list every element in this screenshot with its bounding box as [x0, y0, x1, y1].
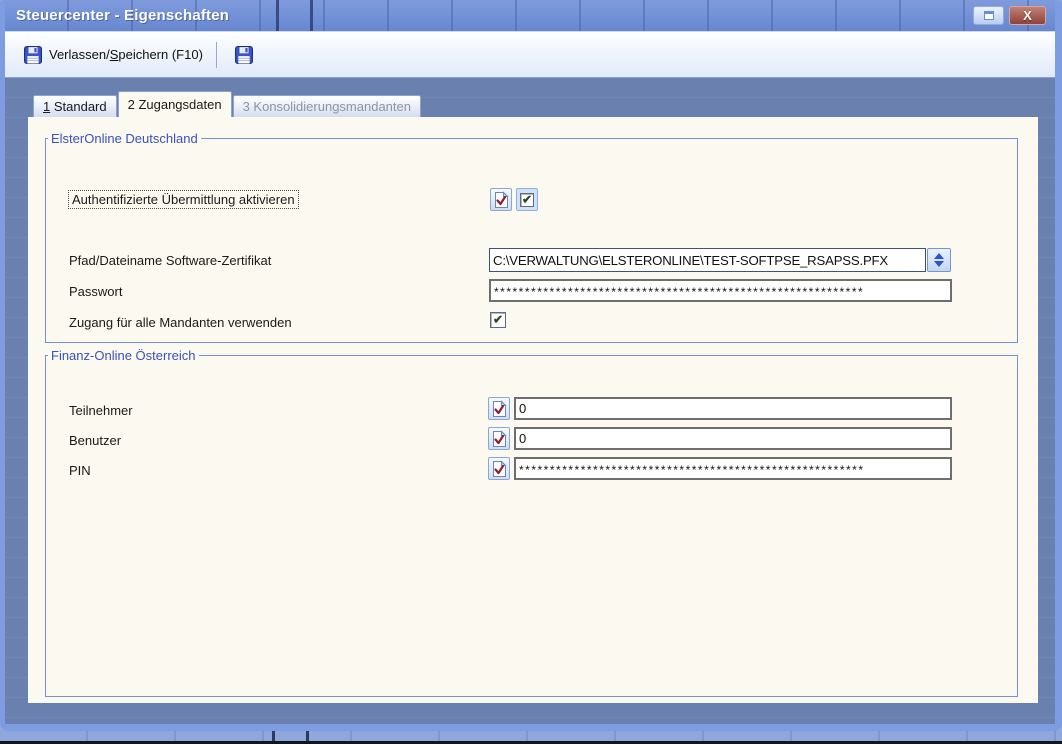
- save-floppy-icon: [235, 46, 253, 64]
- save-exit-label: Verlassen/Speichern (F10): [49, 47, 203, 62]
- save-floppy-icon: [24, 46, 42, 64]
- benutzer-label: Benutzer: [69, 433, 121, 448]
- tab-standard[interactable]: 1 Standard: [33, 95, 117, 117]
- pin-label: PIN: [69, 463, 91, 478]
- all-clients-label: Zugang für alle Mandanten verwenden: [69, 315, 292, 330]
- background-grid-line: [310, 0, 313, 31]
- all-clients-checkbox[interactable]: ✔: [490, 312, 506, 328]
- background-grid-line: [276, 0, 279, 31]
- teilnehmer-apply-button[interactable]: [488, 397, 510, 420]
- tab-konsolidierungsmandanten[interactable]: 3 Konsolidierungsmandanten: [233, 95, 421, 117]
- close-button[interactable]: X: [1009, 6, 1046, 25]
- cert-path-input[interactable]: [489, 248, 926, 272]
- teilnehmer-label: Teilnehmer: [69, 403, 133, 418]
- auth-apply-button[interactable]: [490, 188, 512, 211]
- steuercenter-window: Steuercenter - Eigenschaften X: [0, 0, 1062, 731]
- window-title: Steuercenter - Eigenschaften: [5, 7, 229, 24]
- auth-checkbox-box: ✔: [520, 193, 534, 207]
- group-finanzonline-oesterreich: Finanz-Online Österreich Teilnehmer Benu…: [45, 348, 1018, 697]
- save-exit-button[interactable]: Verlassen/Speichern (F10): [15, 41, 212, 69]
- checkmark-icon: ✔: [493, 314, 503, 326]
- apply-check-icon: [491, 430, 507, 448]
- checkmark-icon: ✔: [522, 193, 532, 205]
- apply-check-icon: [491, 460, 507, 478]
- toolbar-separator: [216, 42, 217, 68]
- titlebar: Steuercenter - Eigenschaften X: [5, 0, 1055, 31]
- tab-zugangsdaten[interactable]: 2 Zugangsdaten: [118, 91, 232, 117]
- save-button[interactable]: [226, 41, 262, 69]
- password-label: Passwort: [69, 284, 122, 299]
- spinner-down-icon: [934, 261, 944, 267]
- restore-icon: [984, 11, 994, 20]
- screen: Steuercenter - Eigenschaften X: [0, 0, 1062, 744]
- tab-page-zugangsdaten: ElsterOnline Deutschland Authentifiziert…: [28, 117, 1038, 703]
- password-input[interactable]: [489, 279, 952, 302]
- window-controls: X: [973, 6, 1046, 25]
- apply-check-icon: [493, 191, 509, 209]
- tab-bar: 1 Standard 2 Zugangsdaten 3 Konsolidieru…: [28, 91, 1038, 117]
- auth-checkbox[interactable]: ✔: [516, 188, 538, 211]
- group-elsteronline-deutschland: ElsterOnline Deutschland Authentifiziert…: [45, 131, 1018, 343]
- benutzer-apply-button[interactable]: [488, 427, 510, 450]
- pin-input[interactable]: [514, 457, 952, 480]
- dialog-body: 1 Standard 2 Zugangsdaten 3 Konsolidieru…: [5, 78, 1055, 724]
- close-icon: X: [1023, 9, 1032, 22]
- restore-button[interactable]: [973, 6, 1004, 25]
- apply-check-icon: [491, 400, 507, 418]
- auth-transmission-label: Authentifizierte Übermittlung aktivieren: [68, 190, 299, 209]
- benutzer-input[interactable]: [514, 427, 952, 450]
- cert-path-spinner[interactable]: [927, 248, 951, 272]
- group-elsteronline-title: ElsterOnline Deutschland: [48, 131, 201, 146]
- toolbar: Verlassen/Speichern (F10): [5, 31, 1055, 78]
- spinner-up-icon: [934, 253, 944, 259]
- group-finanzonline-title: Finanz-Online Österreich: [48, 348, 199, 363]
- cert-path-label: Pfad/Dateiname Software-Zertifikat: [69, 253, 271, 268]
- pin-apply-button[interactable]: [488, 457, 510, 480]
- teilnehmer-input[interactable]: [514, 397, 952, 420]
